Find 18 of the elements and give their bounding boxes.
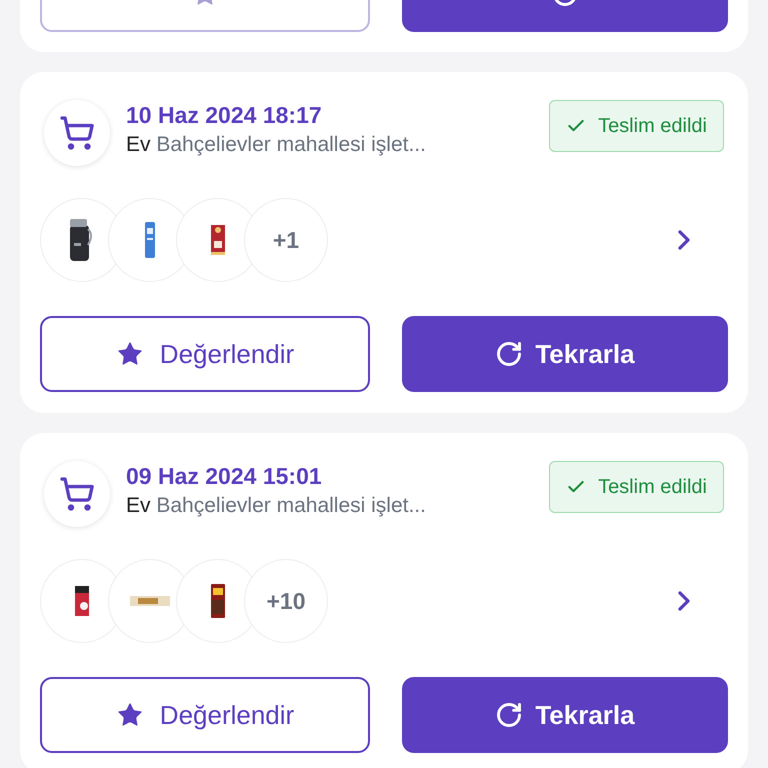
repeat-button[interactable]: Tekrarla [402,677,728,753]
cart-icon [59,115,95,151]
address-label: Ev [126,494,151,517]
review-button[interactable]: Değerlendir [40,677,370,753]
address-text: Bahçelievler mahallesi işlet... [156,133,426,156]
status-badge: Teslim edildi [549,461,724,513]
order-date: 10 Haz 2024 18:17 [126,101,323,130]
more-products-count: +1 [244,198,328,282]
order-date: 09 Haz 2024 15:01 [126,462,323,491]
address-label: Ev [126,133,151,156]
refresh-icon [495,701,524,729]
cart-icon [59,476,95,512]
address-text: Bahçelievler mahallesi işlet... [156,494,426,517]
status-badge: Teslim edildi [549,100,724,152]
more-products-count: +10 [244,559,328,643]
refresh-icon [495,340,524,368]
repeat-button[interactable]: Tekrarla [402,316,728,392]
review-button[interactable]: Değerlendir [40,316,370,392]
